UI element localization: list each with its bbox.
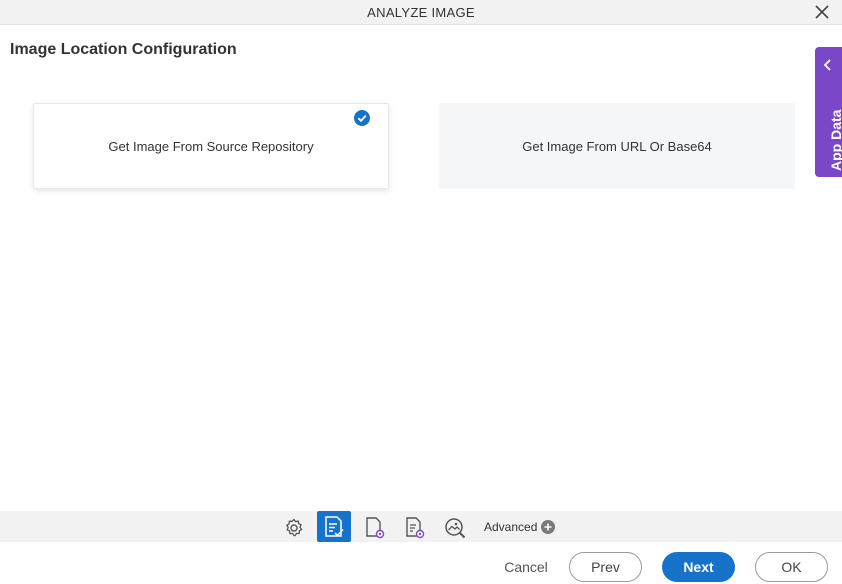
close-button[interactable] [812,2,832,22]
document-settings-tool-button[interactable] [358,514,392,542]
image-search-icon [445,518,466,539]
option-label: Get Image From URL Or Base64 [522,138,712,154]
next-button[interactable]: Next [662,552,735,582]
document-list-tool-button[interactable] [398,514,432,542]
cancel-button[interactable]: Cancel [492,552,560,582]
chevron-left-icon [823,59,831,71]
prev-button[interactable]: Prev [569,552,642,582]
ok-button[interactable]: OK [755,552,828,582]
option-url-or-base64[interactable]: Get Image From URL Or Base64 [439,103,795,189]
option-source-repository[interactable]: Get Image From Source Repository [33,103,389,189]
settings-tool-button[interactable] [277,514,311,542]
document-list-settings-icon [406,517,425,539]
advanced-toggle[interactable]: Advanced [484,520,556,534]
bottom-toolbar: Advanced [0,511,842,542]
title-bar: ANALYZE IMAGE [0,0,842,25]
form-tool-button[interactable] [317,511,351,542]
advanced-label: Advanced [484,520,538,534]
plus-circle-icon [541,520,556,534]
document-settings-icon [366,517,385,539]
window-title: ANALYZE IMAGE [367,4,475,20]
option-label: Get Image From Source Repository [108,138,314,154]
image-search-tool-button[interactable] [438,514,472,542]
page-title: Image Location Configuration [10,41,237,58]
check-circle-icon [354,110,370,126]
form-check-icon [325,515,344,537]
gear-icon [285,518,303,537]
app-data-panel-toggle[interactable]: App Data [815,47,842,177]
app-data-label: App Data [828,109,842,171]
close-icon [815,5,829,19]
